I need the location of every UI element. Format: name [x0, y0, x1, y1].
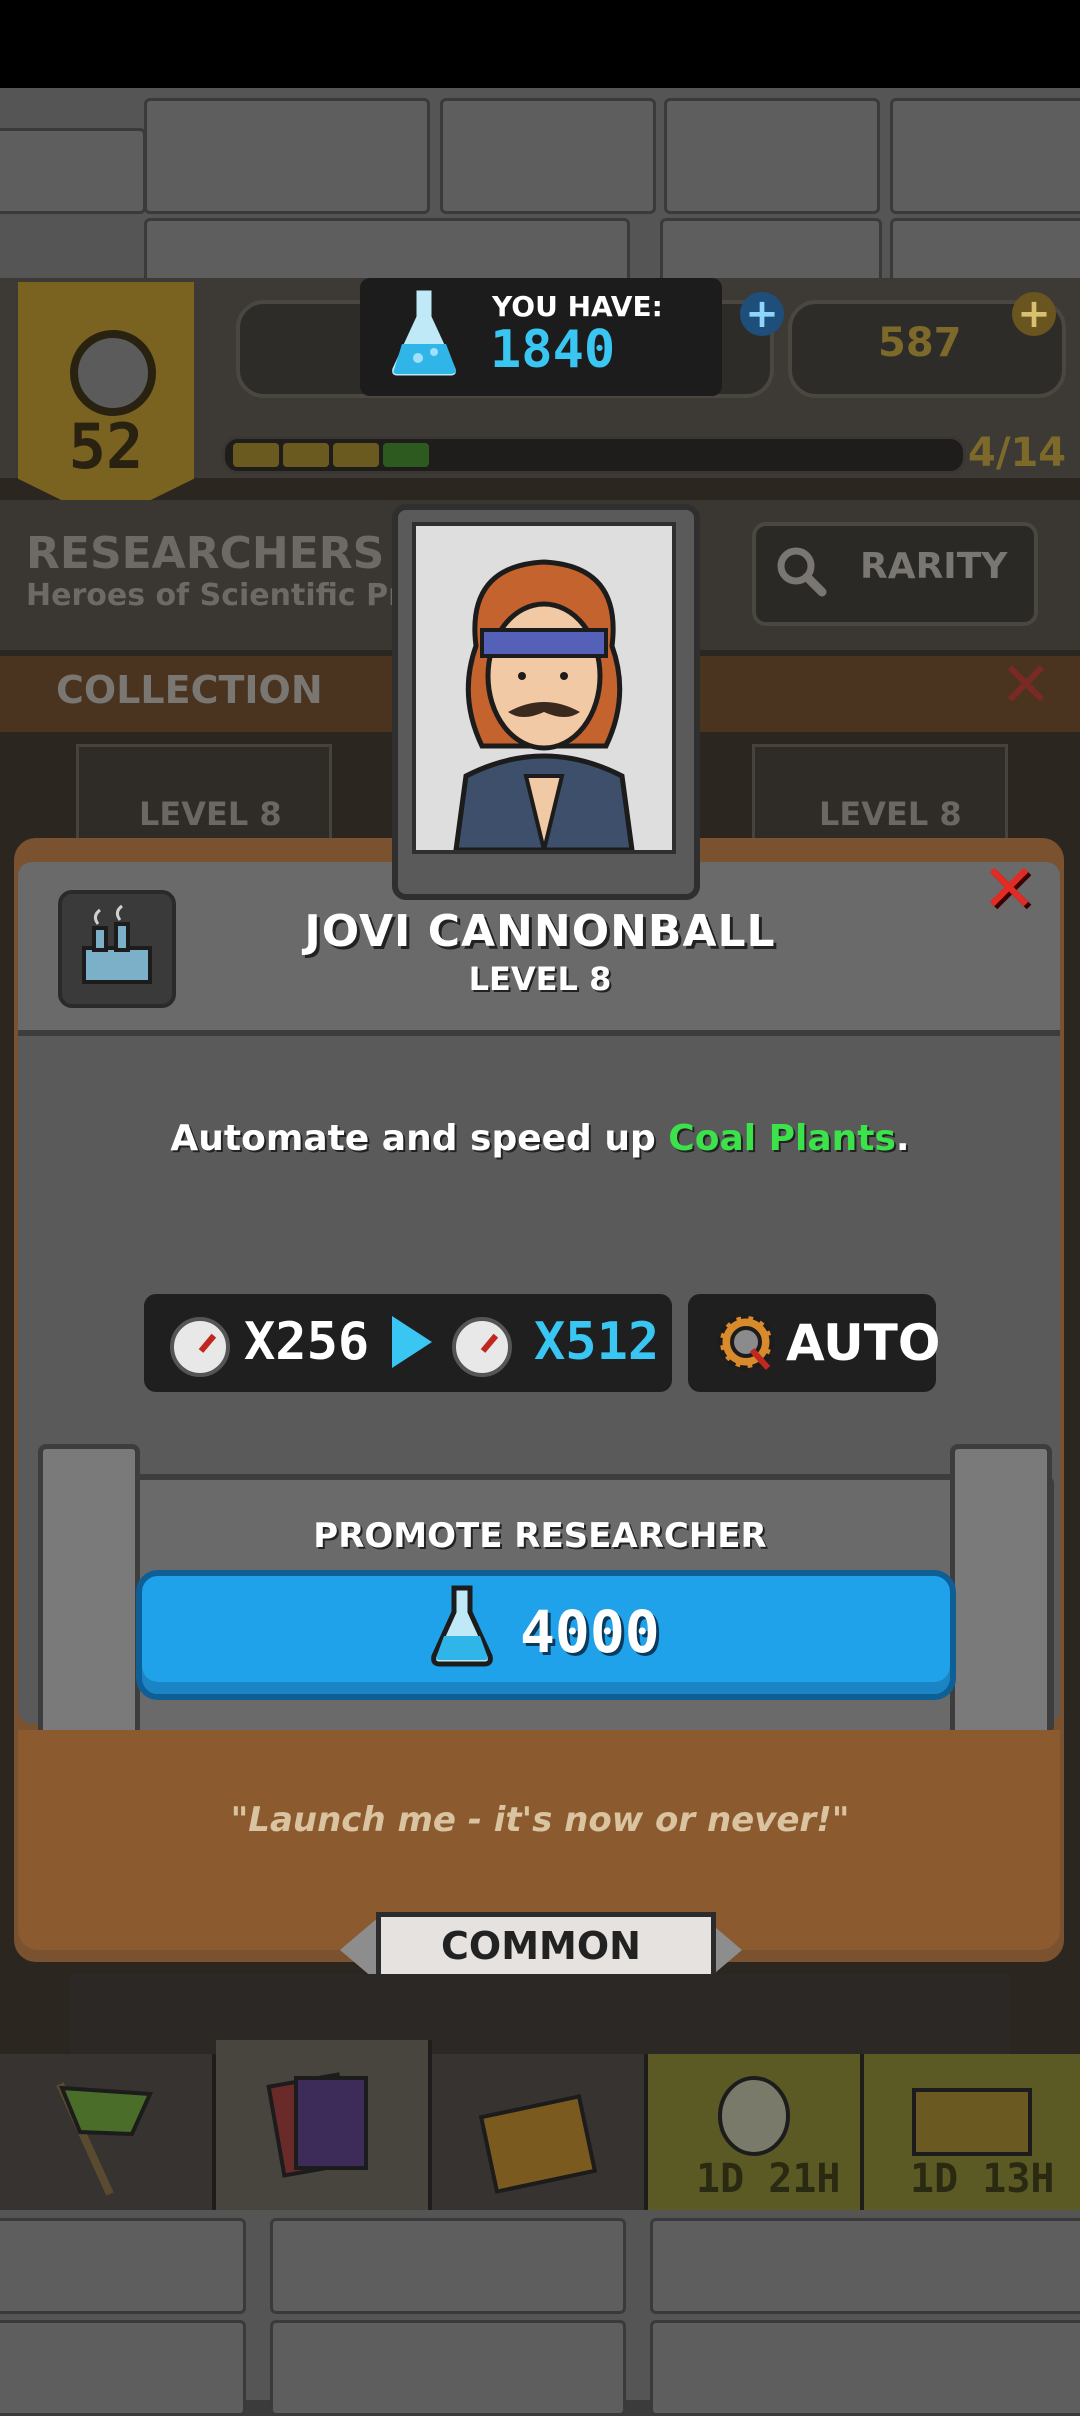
card-level: LEVEL 8	[139, 795, 282, 833]
gold-amount: 587	[878, 320, 962, 366]
chest-timer: 1D 13H	[910, 2156, 1055, 2202]
close-icon[interactable]: ✕	[976, 856, 1042, 922]
flag-icon	[56, 2082, 154, 2196]
building-name: Coal Plants	[668, 1118, 896, 1159]
researcher-description: Automate and speed up Coal Plants.	[170, 1118, 910, 1159]
researcher-level: LEVEL 8	[468, 960, 612, 998]
cards-icon	[266, 2072, 368, 2178]
card-level: LEVEL 8	[819, 795, 962, 833]
speedometer-icon	[170, 1317, 230, 1377]
nav-chest[interactable]: 1D 13H	[864, 2054, 1080, 2210]
rarity-label: COMMON	[441, 1924, 641, 1968]
researcher-portrait	[412, 522, 676, 854]
section-subtitle: Heroes of Scientific Prog	[26, 578, 445, 613]
you-have-label: YOU HAVE:	[492, 290, 663, 323]
researcher-card[interactable]: LEVEL 8	[76, 744, 332, 850]
player-level: 52	[68, 410, 144, 483]
current-multiplier: X256	[244, 1312, 370, 1372]
chest-icon	[912, 2088, 1032, 2156]
researcher-quote: "Launch me - it's now or never!"	[230, 1800, 850, 1840]
auto-label: AUTO	[786, 1314, 941, 1372]
card-row-behind	[70, 1974, 1010, 2054]
close-icon-background: ✕	[1000, 648, 1052, 721]
folder-icon	[478, 2094, 598, 2194]
nav-folder[interactable]	[432, 2054, 648, 2210]
panel-post-right	[950, 1444, 1052, 1760]
factory-icon	[58, 890, 176, 1008]
next-multiplier: X512	[534, 1312, 660, 1372]
arrow-right-icon	[392, 1316, 432, 1368]
egg-icon	[718, 2076, 790, 2156]
collection-tab[interactable]: COLLECTION	[56, 668, 323, 712]
flask-icon	[387, 285, 461, 381]
progress-count: 4/14	[968, 430, 1067, 476]
add-currency-plus-icon[interactable]: +	[740, 292, 784, 336]
panel-post-left	[38, 1444, 140, 1760]
researcher-card[interactable]: LEVEL 8	[752, 744, 1008, 850]
gear-icon	[717, 1313, 775, 1371]
nav-flag[interactable]	[0, 2054, 216, 2210]
status-bar	[0, 0, 1080, 88]
egg-timer: 1D 21H	[696, 2156, 841, 2202]
researcher-portrait-image	[453, 559, 635, 853]
speedometer-icon	[452, 1317, 512, 1377]
background-tiles-top	[0, 88, 1080, 284]
you-have-value: 1840	[490, 320, 616, 380]
flask-icon	[431, 1585, 493, 1667]
researcher-name: JOVI CANNONBALL	[304, 906, 776, 957]
nav-cards[interactable]	[216, 2040, 432, 2210]
medal-icon	[70, 330, 156, 416]
search-icon	[777, 547, 827, 597]
section-title: RESEARCHERS	[26, 528, 385, 579]
add-gold-plus-icon[interactable]: +	[1012, 292, 1056, 336]
rarity-button-label: RARITY	[860, 546, 1008, 587]
background-tiles-bottom	[0, 2210, 1080, 2416]
nav-egg[interactable]: 1D 21H	[648, 2054, 864, 2210]
promote-cost: 4000	[520, 1598, 660, 1666]
progress-bar	[222, 436, 966, 474]
promote-label: PROMOTE RESEARCHER	[313, 1516, 767, 1556]
